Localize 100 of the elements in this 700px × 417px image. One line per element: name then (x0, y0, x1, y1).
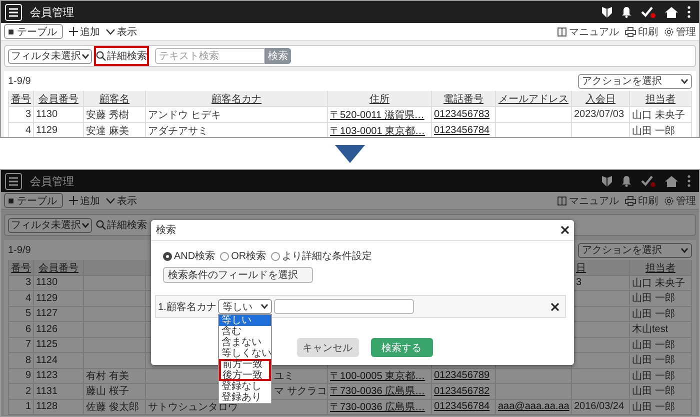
table-cell: 山口 未央子 (630, 276, 692, 291)
filter-select[interactable]: フィルタ未選択 (8, 48, 92, 64)
table-cell: 山田 一郎 (630, 123, 692, 137)
print-link[interactable]: 印刷 (625, 24, 658, 38)
column-header[interactable]: 番号 (8, 91, 34, 107)
manual-link[interactable]: マニュアル (557, 24, 619, 38)
table-cell: 1123 (34, 368, 84, 384)
address-link[interactable]: 〒103-0001 東京都… (330, 124, 426, 137)
radio-option[interactable]: OR検索 (220, 249, 266, 263)
phone-link[interactable]: 0123456789 (434, 370, 490, 382)
column-header[interactable]: 番号 (8, 260, 34, 276)
table-cell: 1130 (34, 107, 84, 123)
value-field[interactable] (274, 299, 414, 314)
table-cell: 2016/03/24 (572, 400, 630, 415)
table-cell: 山田 一郎 (630, 384, 692, 400)
add-button[interactable]: 追加 (69, 194, 100, 208)
caret-icon (82, 222, 89, 228)
email-link[interactable]: aaa@aaa.aa.aa (498, 401, 570, 412)
plus-icon (69, 196, 78, 205)
dropdown-option[interactable]: 含まない (219, 337, 272, 348)
book-icon (557, 26, 567, 36)
radio-button[interactable] (163, 252, 172, 260)
dropdown-option[interactable]: 前方一致 (219, 359, 272, 370)
bell-icon[interactable] (621, 175, 632, 187)
column-header[interactable]: 会員番号 (34, 91, 84, 107)
address-link[interactable]: 〒100-0005 東京都… (330, 368, 426, 383)
view-button[interactable]: 表示 (106, 194, 137, 208)
operator-select[interactable]: 等しい (218, 299, 272, 314)
view-select[interactable]: ■ テーブル (4, 193, 63, 208)
print-link[interactable]: 印刷 (625, 194, 658, 208)
column-header[interactable]: 住所 (328, 91, 432, 107)
app-title: 会員管理 (30, 6, 74, 20)
remove-button[interactable] (551, 302, 559, 310)
column-header[interactable]: 日 (572, 260, 630, 276)
radio-button[interactable] (271, 252, 280, 260)
table-cell: 佐藤 俊太郎 (84, 400, 146, 415)
add-button[interactable]: 追加 (69, 24, 100, 38)
table-cell: 山田 一郎 (630, 400, 692, 415)
shield-icon[interactable] (602, 175, 612, 187)
address-link[interactable]: 〒520-0011 滋賀県… (330, 108, 424, 122)
filter-select[interactable]: フィルタ未選択 (8, 218, 92, 232)
bell-icon[interactable] (621, 6, 632, 18)
table-cell: 3 (8, 276, 34, 291)
action-select[interactable]: アクションを選択 (578, 74, 692, 88)
record-count: 1-9/9 (8, 244, 31, 256)
dropdown-option[interactable]: 含む (219, 326, 272, 337)
close-button[interactable] (561, 226, 569, 234)
column-header[interactable]: 担当者 (630, 91, 692, 107)
phone-link[interactable]: 0123456782 (434, 386, 490, 397)
table-cell: 1125 (34, 338, 84, 353)
table-cell: 山田 一郎 (630, 353, 692, 368)
table-cell: 1129 (34, 291, 84, 306)
phone-link[interactable]: 0123456784 (434, 401, 490, 412)
caret-icon (82, 54, 89, 58)
dropdown-option[interactable]: 登録なし (219, 381, 272, 392)
advanced-search-button[interactable]: 詳細検索 (94, 215, 149, 235)
phone-link[interactable]: 0123456783 (434, 109, 490, 120)
column-header[interactable]: メールアドレス (496, 91, 572, 107)
home-icon[interactable] (665, 6, 678, 18)
shield-icon[interactable] (602, 6, 612, 18)
address-link[interactable]: 〒730-0036 広島県… (330, 400, 426, 414)
admin-link[interactable]: 管理 (664, 24, 696, 38)
column-header[interactable]: 電話番号 (432, 91, 496, 107)
check-icon[interactable] (641, 6, 656, 18)
radio-button[interactable] (220, 252, 230, 260)
table-cell (572, 368, 630, 384)
field-label: 1.顧客名カナ (158, 300, 216, 314)
home-icon[interactable] (665, 176, 678, 186)
cancel-button[interactable]: キャンセル (296, 338, 358, 357)
more-icon[interactable] (687, 175, 691, 187)
dropdown-option[interactable]: 等しくない (219, 348, 272, 359)
phone-link[interactable]: 0123456784 (434, 125, 490, 136)
address-link[interactable]: 〒730-0036 広島県… (330, 384, 426, 398)
advanced-search-button[interactable]: 詳細検索 (94, 46, 149, 66)
column-header[interactable]: 顧客名カナ (146, 91, 328, 107)
search-icon (96, 220, 106, 230)
field-select[interactable]: 検索条件のフィールドを選択 (163, 267, 313, 283)
down-arrow (335, 144, 365, 162)
printer-icon (625, 26, 636, 36)
radio-option[interactable]: より詳細な条件設定 (271, 249, 372, 263)
view-select[interactable]: ■ テーブル (4, 24, 63, 39)
manual-link[interactable]: マニュアル (557, 194, 619, 208)
column-header[interactable]: 入会日 (572, 91, 630, 107)
radio-option[interactable]: AND検索 (163, 249, 216, 263)
view-button[interactable]: 表示 (106, 24, 137, 38)
table-cell: 1 (8, 400, 34, 415)
table-cell: 1129 (34, 123, 84, 137)
column-header[interactable]: 担当者 (630, 260, 692, 276)
gear-icon (664, 26, 674, 36)
table-cell: 藤山 桜子 (84, 384, 146, 400)
action-select[interactable]: アクションを選択 (578, 242, 692, 258)
admin-link[interactable]: 管理 (664, 194, 696, 208)
check-icon[interactable] (641, 175, 656, 187)
dropdown-option[interactable]: 等しい (219, 315, 272, 326)
column-header[interactable]: 顧客名 (84, 91, 146, 107)
menu-icon[interactable] (5, 172, 22, 190)
more-icon[interactable] (687, 6, 691, 18)
menu-icon[interactable] (5, 4, 22, 20)
column-header[interactable]: 会員番号 (34, 260, 84, 276)
dropdown-option[interactable]: 後方一致 (219, 370, 272, 381)
